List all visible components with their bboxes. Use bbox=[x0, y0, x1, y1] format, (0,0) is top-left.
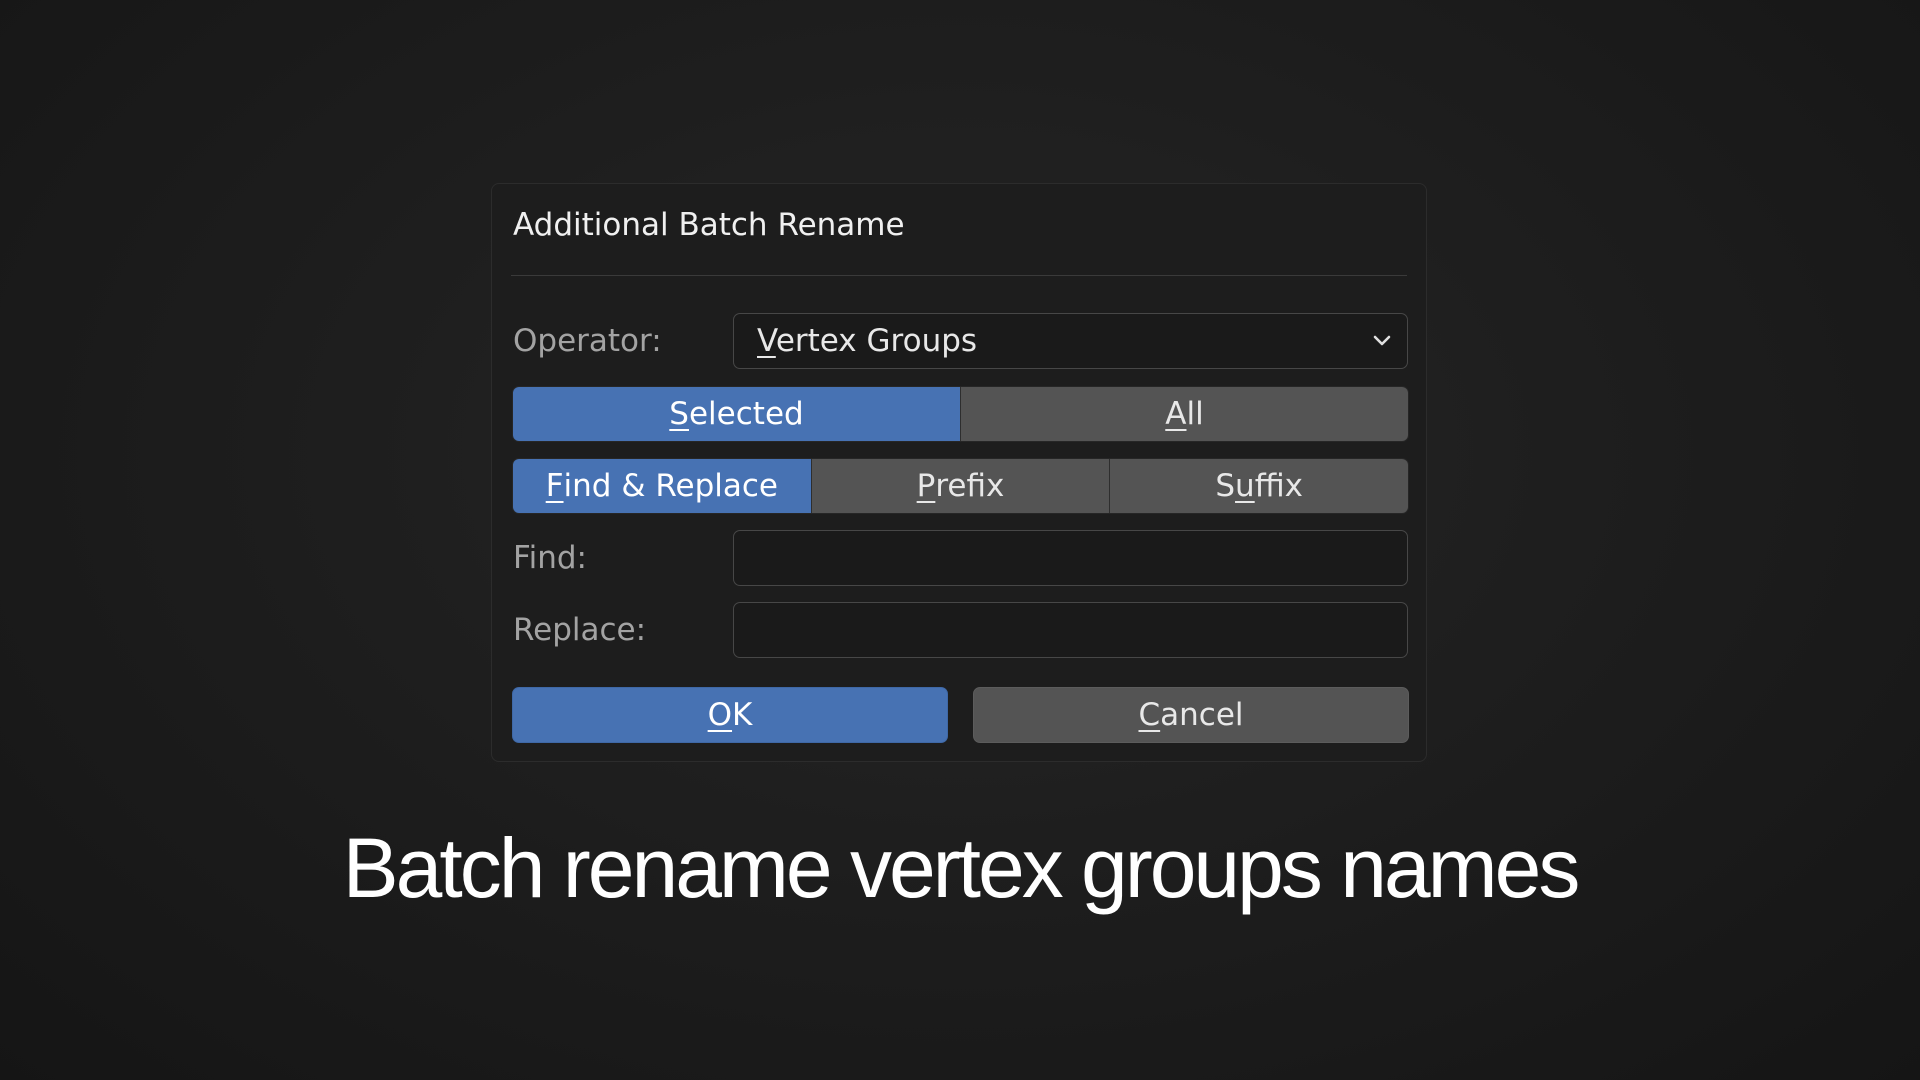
scope-all-label-rest: ll bbox=[1186, 396, 1204, 432]
cancel-mnemonic: C bbox=[1138, 697, 1161, 733]
batch-rename-dialog: Additional Batch Rename Operator: Vertex… bbox=[491, 183, 1427, 762]
scope-selected-label-rest: elected bbox=[688, 396, 804, 432]
mode-prefix-button[interactable]: Prefix bbox=[810, 459, 1110, 513]
ok-label-rest: K bbox=[732, 697, 753, 733]
scope-all-mnemonic: A bbox=[1165, 396, 1187, 432]
mode-suffix-mnemonic: u bbox=[1235, 468, 1255, 504]
operator-mnemonic: V bbox=[757, 323, 776, 359]
cancel-label-rest: ancel bbox=[1160, 697, 1244, 733]
operator-dropdown-value: Vertex Groups bbox=[757, 314, 977, 368]
scope-selected-mnemonic: S bbox=[669, 396, 689, 432]
mode-find-replace-button[interactable]: Find & Replace bbox=[513, 459, 811, 513]
mode-prefix-label-rest: refix bbox=[935, 468, 1005, 504]
title-divider bbox=[511, 275, 1407, 276]
find-input[interactable] bbox=[733, 530, 1408, 586]
replace-input[interactable] bbox=[733, 602, 1408, 658]
operator-dropdown[interactable]: Vertex Groups bbox=[733, 313, 1408, 369]
mode-toggle: Find & Replace Prefix Su ffix bbox=[512, 458, 1409, 514]
chevron-down-icon bbox=[1373, 335, 1391, 346]
caption-text: Batch rename vertex groups names bbox=[342, 821, 1581, 915]
scope-all-button[interactable]: All bbox=[960, 387, 1408, 441]
dialog-title: Additional Batch Rename bbox=[513, 207, 905, 243]
scope-selected-button[interactable]: Selected bbox=[513, 387, 960, 441]
mode-find-replace-label-rest: ind & Replace bbox=[563, 468, 778, 504]
ok-mnemonic: O bbox=[707, 697, 733, 733]
replace-label: Replace: bbox=[513, 612, 647, 648]
cancel-button[interactable]: Cancel bbox=[973, 687, 1409, 743]
mode-prefix-mnemonic: P bbox=[916, 468, 936, 504]
mode-suffix-button[interactable]: Su ffix bbox=[1109, 459, 1408, 513]
mode-suffix-label-rest: ffix bbox=[1254, 468, 1304, 504]
mode-find-replace-mnemonic: F bbox=[545, 468, 564, 504]
ok-button[interactable]: OK bbox=[512, 687, 948, 743]
operator-value-rest: ertex Groups bbox=[775, 323, 978, 359]
find-label: Find: bbox=[513, 540, 587, 576]
mode-suffix-label-start: S bbox=[1215, 468, 1236, 504]
scope-toggle: Selected All bbox=[512, 386, 1409, 442]
operator-label: Operator: bbox=[513, 323, 662, 359]
